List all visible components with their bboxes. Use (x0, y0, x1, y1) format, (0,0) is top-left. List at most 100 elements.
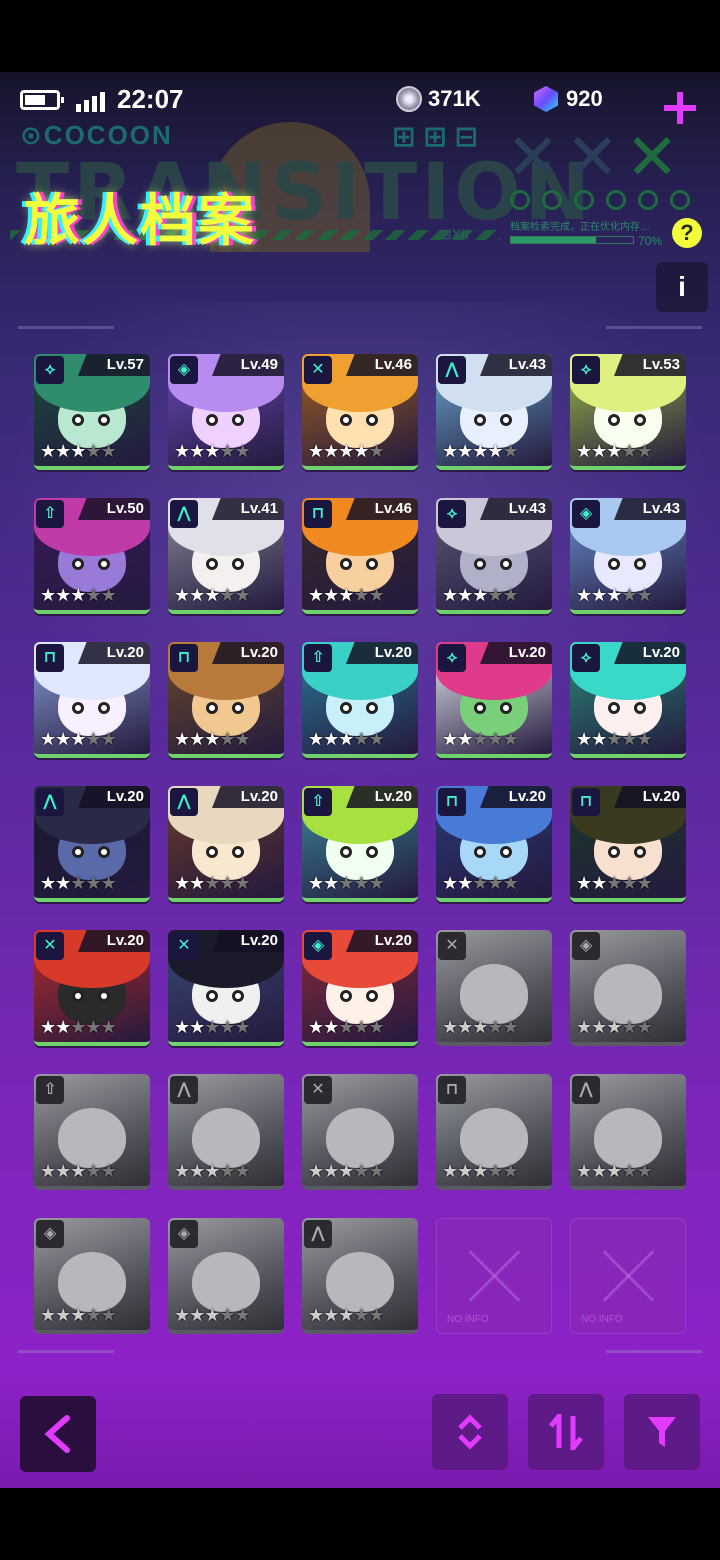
character-card[interactable]: ⋀ Lv.41 ★★★★★ (168, 498, 284, 614)
locked-character-card[interactable]: ✕ ★★★★★ (436, 930, 552, 1046)
character-card[interactable]: ⇧ Lv.20 ★★★★★ (302, 786, 418, 902)
locked-character-card[interactable]: ⇧ ★★★★★ (34, 1074, 150, 1190)
locked-character-card[interactable]: ◈ ★★★★★ (570, 930, 686, 1046)
character-card[interactable]: ⋀ Lv.43 ★★★★★ (436, 354, 552, 470)
class-icon: ⟡ (438, 500, 466, 528)
star-rating: ★★★★★ (576, 441, 653, 462)
star-icon: ★ (591, 585, 607, 605)
portrait-eye (634, 414, 646, 426)
star-icon: ★ (85, 729, 101, 749)
star-icon: ★ (576, 873, 592, 893)
star-icon: ★ (308, 441, 324, 461)
class-icon: ⋀ (36, 788, 64, 816)
class-icon: ⋀ (170, 788, 198, 816)
locked-character-card[interactable]: ⋀ ★★★★★ (570, 1074, 686, 1190)
filter-button[interactable] (624, 1394, 700, 1470)
locked-character-card[interactable]: ⊓ ★★★★★ (436, 1074, 552, 1190)
character-card[interactable]: ⊓ Lv.20 ★★★★★ (168, 642, 284, 758)
star-icon: ★ (323, 873, 339, 893)
star-rating: ★★★★★ (576, 873, 653, 894)
character-card[interactable]: ⟡ Lv.57 ★★★★★ (34, 354, 150, 470)
star-rating: ★★★★★ (442, 873, 519, 894)
star-icon: ★ (576, 585, 592, 605)
portrait-eye (232, 990, 244, 1002)
character-card[interactable]: ⊓ Lv.20 ★★★★★ (570, 786, 686, 902)
divider-bottom-left (18, 1350, 114, 1353)
character-card[interactable]: ⟡ Lv.20 ★★★★★ (436, 642, 552, 758)
star-rating: ★★★★★ (174, 1017, 251, 1038)
character-card[interactable]: ◈ Lv.43 ★★★★★ (570, 498, 686, 614)
star-icon: ★ (338, 585, 354, 605)
filter-icon (648, 1417, 676, 1447)
character-card[interactable]: ✕ Lv.46 ★★★★★ (302, 354, 418, 470)
locked-character-card[interactable]: ✕ ★★★★★ (302, 1074, 418, 1190)
bottom-nav (0, 1374, 720, 1488)
help-icon[interactable]: ? (672, 218, 702, 248)
portrait-face (460, 964, 528, 1024)
star-icon: ★ (308, 873, 324, 893)
circle-indicators (510, 190, 690, 210)
level-label: Lv.20 (346, 786, 418, 808)
star-icon: ★ (636, 1161, 653, 1181)
character-card[interactable]: ✕ Lv.20 ★★★★★ (168, 930, 284, 1046)
portrait-eye (232, 846, 244, 858)
back-chevron-icon (44, 1415, 70, 1453)
star-rating: ★★★★★ (40, 441, 117, 462)
swap-order-button[interactable] (528, 1394, 604, 1470)
star-icon: ★ (472, 441, 488, 461)
character-card[interactable]: ✕ Lv.20 ★★★★★ (34, 930, 150, 1046)
star-icon: ★ (55, 873, 71, 893)
locked-character-card[interactable]: ⋀ ★★★★★ (168, 1074, 284, 1190)
level-label: Lv.20 (480, 786, 552, 808)
character-card[interactable]: ⊓ Lv.20 ★★★★★ (436, 786, 552, 902)
star-rating: ★★★★★ (174, 873, 251, 894)
star-icon: ★ (636, 585, 653, 605)
portrait-eye (340, 846, 352, 858)
star-icon: ★ (472, 585, 488, 605)
back-button[interactable] (20, 1396, 96, 1472)
character-card[interactable]: ⇧ Lv.50 ★★★★★ (34, 498, 150, 614)
character-card[interactable]: ⟡ Lv.43 ★★★★★ (436, 498, 552, 614)
character-card[interactable]: ⋀ Lv.20 ★★★★★ (168, 786, 284, 902)
character-card[interactable]: ◈ Lv.49 ★★★★★ (168, 354, 284, 470)
star-rating: ★★★★★ (174, 1161, 251, 1182)
class-icon: ⊓ (572, 788, 600, 816)
character-card[interactable]: ⋀ Lv.20 ★★★★★ (34, 786, 150, 902)
locked-character-card[interactable]: ◈ ★★★★★ (34, 1218, 150, 1334)
coin-icon (396, 86, 422, 112)
code-decoration: ⊞XII (440, 226, 469, 242)
info-button[interactable]: i (656, 262, 708, 312)
character-card[interactable]: ◈ Lv.20 ★★★★★ (302, 930, 418, 1046)
portrait-eye (232, 414, 244, 426)
locked-character-card[interactable]: ◈ ★★★★★ (168, 1218, 284, 1334)
star-icon: ★ (85, 1017, 101, 1037)
character-card[interactable]: ⊓ Lv.20 ★★★★★ (34, 642, 150, 758)
star-icon: ★ (40, 1161, 56, 1181)
star-icon: ★ (621, 873, 637, 893)
portrait-eye (474, 558, 486, 570)
locked-character-card[interactable]: ⋀ ★★★★★ (302, 1218, 418, 1334)
star-icon: ★ (621, 585, 637, 605)
sort-direction-button[interactable] (432, 1394, 508, 1470)
portrait-eye (72, 846, 84, 858)
star-icon: ★ (457, 873, 473, 893)
character-card[interactable]: ⟡ Lv.53 ★★★★★ (570, 354, 686, 470)
character-card[interactable]: ⟡ Lv.20 ★★★★★ (570, 642, 686, 758)
portrait-eye (98, 846, 110, 858)
clock: 22:07 (117, 84, 184, 114)
level-label: Lv.20 (78, 786, 150, 808)
portrait-eye (608, 702, 620, 714)
star-rating: ★★★★★ (576, 729, 653, 750)
character-card[interactable]: ⊓ Lv.46 ★★★★★ (302, 498, 418, 614)
star-icon: ★ (100, 1017, 117, 1037)
close-icon (467, 1247, 523, 1303)
star-icon: ★ (234, 1161, 251, 1181)
star-rating: ★★★★★ (442, 1017, 519, 1038)
level-label: Lv.57 (78, 354, 150, 376)
portrait-eye (366, 846, 378, 858)
portrait-eye (634, 846, 646, 858)
class-icon: ◈ (170, 356, 198, 384)
character-card[interactable]: ⇧ Lv.20 ★★★★★ (302, 642, 418, 758)
class-icon: ◈ (36, 1220, 64, 1248)
level-label: Lv.20 (614, 642, 686, 664)
